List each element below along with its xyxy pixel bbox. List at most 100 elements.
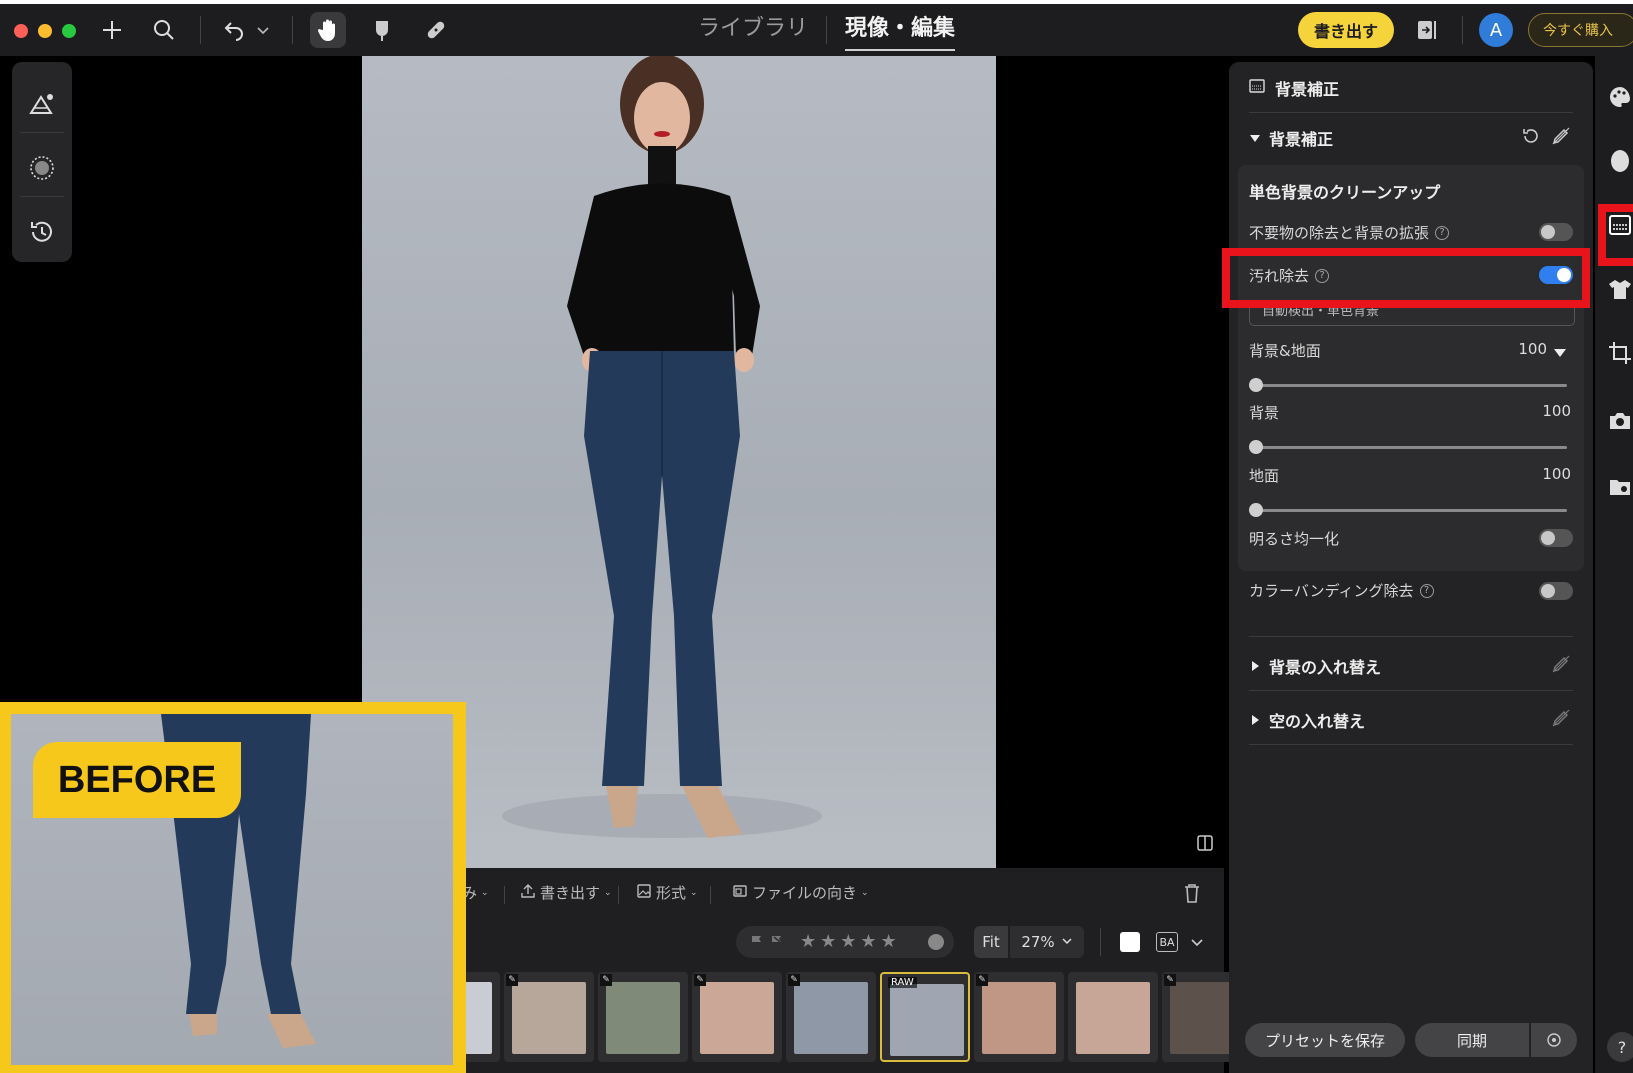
filmstrip-thumbnail[interactable]: ✎ [598, 972, 688, 1062]
sync-button[interactable]: 同期 [1415, 1023, 1529, 1057]
plus-icon[interactable] [94, 12, 130, 48]
toolbar-divider [20, 132, 64, 133]
face-icon[interactable] [1607, 148, 1633, 174]
hand-icon[interactable] [310, 12, 346, 48]
menu-item-orientation[interactable]: ファイルの向き ⌄ [732, 882, 869, 903]
brightness-even-row: 明るさ均一化 [1249, 528, 1339, 549]
camera-icon[interactable] [1607, 408, 1633, 434]
flag-icon[interactable] [750, 934, 764, 954]
divider [1249, 636, 1573, 637]
background-row: 背景 [1249, 402, 1279, 423]
tab-library[interactable]: ライブラリ [698, 14, 808, 48]
compare-panel-icon[interactable] [1410, 12, 1446, 48]
brush-icon[interactable] [364, 12, 400, 48]
toolbar-divider [200, 16, 201, 44]
slider-knob[interactable] [1249, 503, 1263, 517]
bg-ground-label: 背景&地面 [1249, 342, 1321, 360]
background-correction-panel: 背景補正 背景補正 単色背景のクリーンアップ 不要物の除去と背景の拡張? 汚れ除… [1229, 62, 1593, 1073]
bg-ground-slider[interactable] [1249, 378, 1567, 392]
panel-title: 背景補正 [1275, 80, 1340, 99]
bandage-icon[interactable] [418, 12, 454, 48]
palette-icon[interactable] [1607, 84, 1633, 110]
menu-divider [710, 886, 711, 904]
edit-icon[interactable] [1551, 708, 1571, 732]
bg-ground-row: 背景&地面 [1249, 340, 1321, 361]
reset-icon[interactable] [1521, 126, 1541, 150]
thumbnail-image [1076, 982, 1150, 1054]
filmstrip-thumbnail[interactable]: ✎ [504, 972, 594, 1062]
sync-settings-icon[interactable] [1531, 1023, 1577, 1057]
split-view-icon[interactable] [1196, 834, 1216, 854]
folder-icon[interactable] [1607, 474, 1633, 500]
slider-knob[interactable] [1249, 378, 1263, 392]
brightness-even-toggle[interactable] [1539, 529, 1573, 547]
section-sky-replace[interactable]: 空の入れ替え [1249, 708, 1365, 732]
filmstrip-thumbnail[interactable] [1068, 972, 1158, 1062]
caret-down-icon[interactable] [1554, 344, 1566, 363]
background-color-swatch[interactable] [1120, 932, 1140, 952]
remove-expand-label: 不要物の除去と背景の拡張 [1249, 224, 1430, 242]
caret-right-icon [1249, 657, 1261, 676]
slider-knob[interactable] [1249, 440, 1263, 454]
section-background-correction[interactable]: 背景補正 [1249, 126, 1333, 150]
filmstrip-thumbnail[interactable]: ✎ [786, 972, 876, 1062]
chevron-down-icon[interactable] [252, 12, 274, 48]
filmstrip-thumbnail[interactable]: RAW [880, 972, 970, 1062]
shirt-icon[interactable] [1607, 276, 1633, 302]
edit-icon[interactable] [1551, 126, 1571, 150]
reject-flag-icon[interactable] [770, 934, 784, 954]
menu-divider [1100, 928, 1101, 956]
remove-expand-toggle[interactable] [1539, 223, 1573, 241]
color-banding-label: カラーバンディング除去 [1249, 582, 1414, 600]
texture-circle-icon[interactable] [22, 148, 62, 188]
thumbnail-image [982, 982, 1056, 1054]
edit-icon[interactable] [1551, 654, 1571, 678]
search-icon[interactable] [146, 12, 182, 48]
divider [1249, 112, 1573, 113]
fit-button[interactable]: Fit [974, 926, 1008, 958]
star-rating[interactable]: ★★★★★ [800, 931, 901, 952]
zoom-window-button[interactable] [62, 24, 76, 38]
menu-item-export[interactable]: 書き出す ⌄ [520, 882, 612, 903]
image-icon [636, 883, 652, 903]
menu-item-format-label: 形式 [656, 884, 687, 902]
detection-mode-dropdown[interactable]: 自動検出・単色背景 [1249, 306, 1575, 326]
chevron-down-icon [1061, 933, 1073, 951]
filmstrip-thumbnail[interactable]: ✎ [692, 972, 782, 1062]
close-window-button[interactable] [14, 24, 28, 38]
thumbnail-image [700, 982, 774, 1054]
buy-now-button[interactable]: 今すぐ購入 [1528, 13, 1633, 47]
color-banding-toggle[interactable] [1539, 582, 1573, 600]
help-icon[interactable]: ? [1607, 1032, 1633, 1062]
toolbar-divider [1462, 16, 1463, 44]
color-banding-row: カラーバンディング除去? [1249, 580, 1434, 601]
minimize-window-button[interactable] [38, 24, 52, 38]
avatar[interactable]: A [1479, 13, 1513, 47]
tab-develop-edit[interactable]: 現像・編集 [845, 14, 955, 48]
brightness-even-label: 明るさ均一化 [1249, 530, 1340, 548]
color-label-icon[interactable] [928, 934, 944, 950]
landscape-adjust-icon[interactable] [22, 84, 62, 124]
share-icon [520, 883, 536, 903]
history-icon[interactable] [22, 212, 62, 252]
export-button[interactable]: 書き出す [1298, 12, 1394, 48]
active-tab-underline [845, 49, 955, 51]
before-after-toggle[interactable]: BA [1156, 932, 1178, 952]
trash-icon[interactable] [1182, 882, 1202, 908]
background-slider[interactable] [1249, 440, 1567, 454]
menu-item-format[interactable]: 形式 ⌄ [636, 882, 698, 903]
undo-icon[interactable] [216, 12, 252, 48]
group-title: 単色背景のクリーンアップ [1249, 183, 1441, 202]
help-icon[interactable]: ? [1419, 583, 1434, 598]
save-preset-button[interactable]: プリセットを保存 [1245, 1023, 1405, 1057]
section-bg-replace[interactable]: 背景の入れ替え [1249, 654, 1381, 678]
zoom-select[interactable]: 27% [1010, 926, 1084, 958]
help-icon[interactable]: ? [1435, 225, 1450, 240]
filmstrip-thumbnail[interactable]: ✎ [974, 972, 1064, 1062]
top-bar: ライブラリ 現像・編集 書き出す A 今すぐ購入 [0, 4, 1633, 56]
ground-slider[interactable] [1249, 503, 1567, 517]
crop-icon[interactable] [1607, 340, 1633, 366]
chevron-down-icon[interactable] [1190, 934, 1204, 953]
zoom-value: 27% [1021, 933, 1055, 951]
app-window: ライブラリ 現像・編集 書き出す A 今すぐ購入 み ⌄ 書き出す ⌄ 形式 ⌄… [0, 4, 1633, 1073]
